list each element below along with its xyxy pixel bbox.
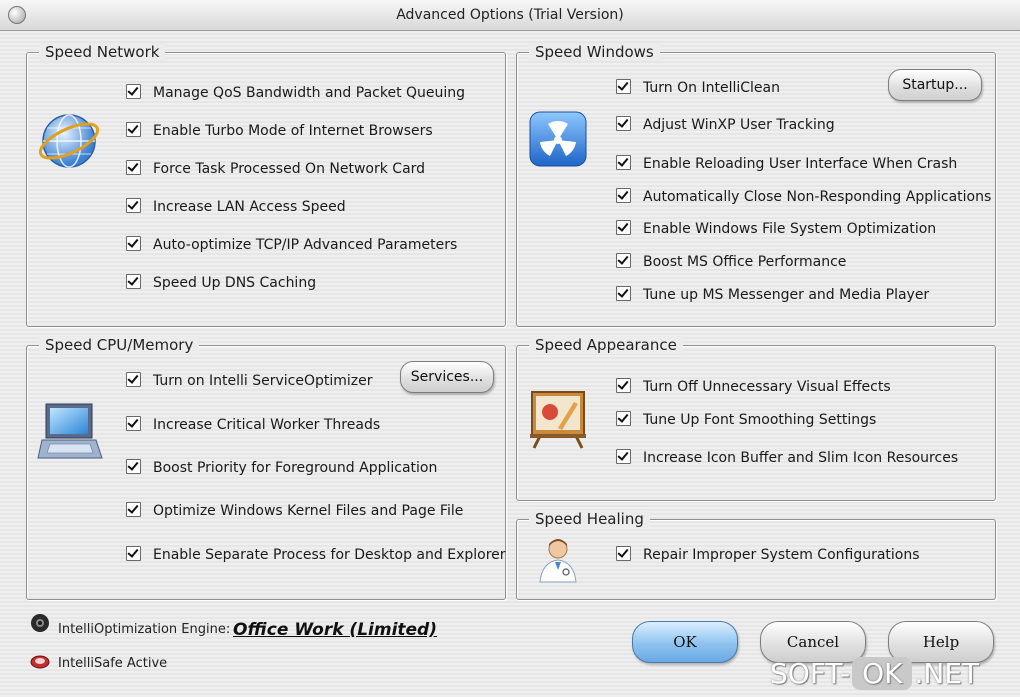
checkbox[interactable]: [616, 449, 631, 464]
watermark-part-2: OK: [852, 656, 913, 690]
checkbox[interactable]: [616, 253, 631, 268]
checkbox[interactable]: [126, 459, 141, 474]
option-dns-caching[interactable]: Speed Up DNS Caching: [126, 274, 316, 292]
checkbox[interactable]: [126, 236, 141, 251]
ok-button[interactable]: OK: [632, 621, 738, 663]
watermark-part-1: SOFT-: [770, 656, 851, 690]
window-title: Advanced Options (Trial Version): [396, 7, 624, 23]
option-lan-access-speed[interactable]: Increase LAN Access Speed: [126, 198, 346, 216]
speed-network-title: Speed Network: [39, 43, 166, 61]
checkbox[interactable]: [616, 155, 631, 170]
radiation-icon: [529, 111, 587, 167]
checkbox[interactable]: [126, 546, 141, 561]
speed-cpu-title: Speed CPU/Memory: [39, 336, 200, 354]
checkbox[interactable]: [126, 372, 141, 387]
option-critical-worker-threads[interactable]: Increase Critical Worker Threads: [126, 416, 380, 434]
option-reload-ui-crash[interactable]: Enable Reloading User Interface When Cra…: [616, 155, 957, 173]
checkbox[interactable]: [616, 188, 631, 203]
speed-healing-title: Speed Healing: [529, 510, 650, 528]
startup-button[interactable]: Startup...: [888, 69, 982, 101]
checkbox[interactable]: [616, 116, 631, 131]
checkbox[interactable]: [126, 502, 141, 517]
checkbox[interactable]: [616, 286, 631, 301]
intellisafe-status: IntelliSafe Active: [58, 656, 168, 671]
checkbox[interactable]: [616, 378, 631, 393]
globe-icon: [38, 114, 100, 168]
easel-icon: [530, 391, 586, 449]
option-winxp-user-tracking[interactable]: Adjust WinXP User Tracking: [616, 116, 835, 134]
option-foreground-priority[interactable]: Boost Priority for Foreground Applicatio…: [126, 459, 437, 477]
option-icon-buffer[interactable]: Increase Icon Buffer and Slim Icon Resou…: [616, 449, 958, 467]
checkbox[interactable]: [616, 79, 631, 94]
title-bar: Advanced Options (Trial Version): [0, 0, 1020, 31]
option-service-optimizer[interactable]: Turn on Intelli ServiceOptimizer: [126, 372, 373, 390]
checkbox[interactable]: [126, 122, 141, 137]
checkbox[interactable]: [616, 546, 631, 561]
checkbox[interactable]: [126, 84, 141, 99]
option-manage-qos[interactable]: Manage QoS Bandwidth and Packet Queuing: [126, 84, 465, 102]
checkbox[interactable]: [616, 220, 631, 235]
option-intelliclean[interactable]: Turn On IntelliClean: [616, 79, 780, 97]
option-visual-effects[interactable]: Turn Off Unnecessary Visual Effects: [616, 378, 891, 396]
watermark: SOFT- OK .NET: [770, 651, 979, 695]
option-kernel-page-file[interactable]: Optimize Windows Kernel Files and Page F…: [126, 502, 463, 520]
option-ms-office-performance[interactable]: Boost MS Office Performance: [616, 253, 846, 271]
option-separate-process[interactable]: Enable Separate Process for Desktop and …: [126, 546, 506, 564]
checkbox[interactable]: [126, 416, 141, 431]
engine-icon: [31, 614, 49, 632]
checkbox[interactable]: [126, 198, 141, 213]
doctor-icon: [539, 539, 577, 583]
checkbox[interactable]: [126, 160, 141, 175]
engine-label: IntelliOptimization Engine:: [58, 622, 231, 637]
option-file-system-optimization[interactable]: Enable Windows File System Optimization: [616, 220, 936, 238]
option-messenger-media-player[interactable]: Tune up MS Messenger and Media Player: [616, 286, 929, 304]
laptop-icon: [37, 403, 103, 459]
services-button[interactable]: Services...: [400, 361, 494, 393]
speed-windows-title: Speed Windows: [529, 43, 660, 61]
option-tcpip-params[interactable]: Auto-optimize TCP/IP Advanced Parameters: [126, 236, 457, 254]
engine-mode-link[interactable]: Office Work (Limited): [233, 620, 437, 640]
watermark-part-3: .NET: [914, 656, 980, 690]
shield-icon: [30, 655, 50, 669]
option-repair-configurations[interactable]: Repair Improper System Configurations: [616, 546, 920, 564]
option-close-non-responding[interactable]: Automatically Close Non-Responding Appli…: [616, 188, 991, 206]
checkbox[interactable]: [616, 411, 631, 426]
option-force-task-network-card[interactable]: Force Task Processed On Network Card: [126, 160, 425, 178]
option-turbo-browsers[interactable]: Enable Turbo Mode of Internet Browsers: [126, 122, 433, 140]
checkbox[interactable]: [126, 274, 141, 289]
speed-appearance-title: Speed Appearance: [529, 336, 683, 354]
option-font-smoothing[interactable]: Tune Up Font Smoothing Settings: [616, 411, 876, 429]
